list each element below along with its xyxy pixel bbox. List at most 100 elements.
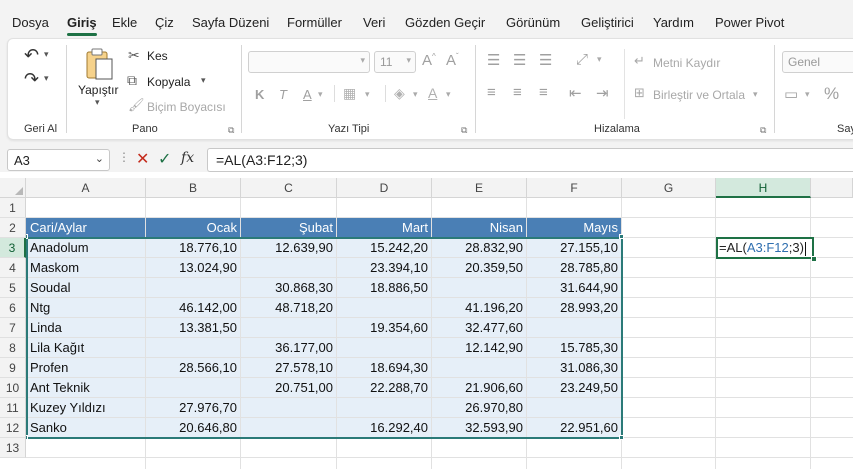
menu-tab[interactable]: Formüller — [287, 15, 342, 30]
align-top-icon[interactable]: ☰ — [487, 51, 500, 69]
cell-editor[interactable]: =AL(A3:F12;3) — [719, 238, 806, 258]
menu-tab[interactable]: Sayfa Düzeni — [192, 15, 269, 30]
copy-label[interactable]: Kopyala — [147, 75, 190, 89]
increase-font-icon[interactable]: A^ — [422, 52, 436, 69]
pano-launcher-icon[interactable]: ⧉ — [228, 125, 234, 136]
column-header[interactable]: G — [622, 178, 716, 198]
align-left-icon[interactable]: ≡ — [487, 84, 496, 101]
borders-dropdown-icon[interactable]: ▾ — [365, 89, 370, 100]
number-format-combo[interactable]: Genel — [782, 51, 853, 73]
menu-tab[interactable]: Ekle — [112, 15, 137, 30]
fill-handle[interactable] — [811, 256, 817, 262]
range-handle[interactable] — [619, 435, 624, 440]
table-header-cell[interactable]: Mayıs — [527, 218, 622, 238]
merge-dropdown-icon[interactable]: ▾ — [753, 89, 758, 100]
borders-icon[interactable]: ▦ — [334, 85, 356, 102]
align-bottom-icon[interactable]: ☰ — [539, 51, 552, 69]
row-header[interactable]: 1 — [0, 198, 26, 218]
undo-dropdown-icon[interactable]: ▾ — [44, 49, 49, 60]
row-header[interactable]: 8 — [0, 338, 26, 358]
row-header[interactable]: 9 — [0, 358, 26, 378]
column-header[interactable]: E — [432, 178, 527, 198]
menu-tab[interactable]: Görünüm — [506, 15, 560, 30]
redo-icon[interactable]: ↷ — [24, 69, 39, 90]
orientation-icon[interactable]: ⤢ — [576, 51, 588, 68]
font-size-combo[interactable]: 11 ▾ — [374, 51, 416, 73]
currency-icon[interactable]: ▭ — [784, 85, 798, 103]
italic-button[interactable]: T — [279, 87, 287, 102]
bold-button[interactable]: K — [255, 87, 264, 102]
table-header-cell[interactable]: Şubat — [241, 218, 337, 238]
range-handle[interactable] — [619, 234, 624, 239]
orientation-dropdown-icon[interactable]: ▾ — [597, 54, 602, 65]
formula-input[interactable]: =AL(A3:F12;3) — [207, 148, 853, 172]
menu-tab[interactable]: Çiz — [155, 15, 174, 30]
format-painter-label[interactable]: Biçim Boyacısı — [147, 100, 226, 114]
decrease-indent-icon[interactable]: ⇤ — [569, 84, 582, 102]
insert-function-icon[interactable]: fx — [181, 150, 194, 166]
font-color-dropdown-icon[interactable]: ▾ — [446, 89, 451, 100]
menu-tab[interactable]: Gözden Geçir — [405, 15, 485, 30]
undo-icon[interactable]: ↶ — [24, 45, 39, 66]
column-header[interactable]: B — [146, 178, 241, 198]
name-box[interactable]: A3 ⌄ — [7, 149, 110, 171]
increase-indent-icon[interactable]: ⇥ — [596, 84, 609, 102]
table-header-cell[interactable]: Cari/Aylar — [26, 218, 146, 238]
table-header-cell[interactable]: Mart — [337, 218, 432, 238]
font-name-combo[interactable]: ▾ — [248, 51, 370, 73]
row-header[interactable]: 7 — [0, 318, 26, 338]
row-header[interactable]: 10 — [0, 378, 26, 398]
menu-tab[interactable]: Power Pivot — [715, 15, 784, 30]
more-options-icon[interactable]: ⋮ — [118, 150, 130, 164]
align-right-icon[interactable]: ≡ — [539, 84, 548, 101]
align-center-icon[interactable]: ≡ — [513, 84, 522, 101]
table-header-cell[interactable]: Nisan — [432, 218, 527, 238]
column-header[interactable]: F — [527, 178, 622, 198]
format-painter-icon[interactable]: 🖌 — [128, 97, 145, 113]
decrease-font-icon[interactable]: Aˇ — [446, 52, 459, 69]
merge-label[interactable]: Birleştir ve Ortala — [653, 88, 745, 102]
underline-button[interactable]: A — [303, 87, 312, 102]
copy-dropdown-icon[interactable]: ▾ — [201, 75, 206, 86]
font-launcher-icon[interactable]: ⧉ — [461, 125, 467, 136]
column-header[interactable] — [811, 178, 853, 198]
align-middle-icon[interactable]: ☰ — [513, 51, 526, 69]
fill-dropdown-icon[interactable]: ▾ — [413, 89, 418, 100]
row-header[interactable]: 11 — [0, 398, 26, 418]
column-header[interactable]: D — [337, 178, 432, 198]
chevron-down-icon[interactable]: ⌄ — [95, 152, 104, 165]
column-header[interactable]: C — [241, 178, 337, 198]
alignment-launcher-icon[interactable]: ⧉ — [760, 125, 766, 136]
wrap-text-icon[interactable]: ↵ — [634, 53, 645, 69]
menu-tab[interactable]: Geliştirici — [581, 15, 634, 30]
currency-dropdown-icon[interactable]: ▾ — [805, 89, 810, 100]
column-header[interactable]: A — [26, 178, 146, 198]
underline-dropdown-icon[interactable]: ▾ — [318, 89, 323, 100]
menu-tab[interactable]: Dosya — [12, 15, 49, 30]
menu-tab[interactable]: Yardım — [653, 15, 694, 30]
row-header[interactable]: 6 — [0, 298, 26, 318]
column-header[interactable]: H — [716, 178, 811, 198]
select-all-corner[interactable] — [0, 178, 26, 198]
menu-tab[interactable]: Veri — [363, 15, 385, 30]
copy-icon[interactable]: ⧉ — [127, 72, 137, 89]
percent-button[interactable]: % — [824, 84, 839, 104]
cancel-icon[interactable]: ✕ — [136, 149, 149, 169]
paste-dropdown-icon[interactable]: ▾ — [95, 97, 100, 108]
row-header[interactable]: 13 — [0, 438, 26, 458]
table-header-cell[interactable]: Ocak — [146, 218, 241, 238]
row-header[interactable]: 5 — [0, 278, 26, 298]
row-header[interactable]: 4 — [0, 258, 26, 278]
font-color-icon[interactable]: A — [428, 85, 437, 101]
cut-label[interactable]: Kes — [147, 49, 168, 63]
menu-tab[interactable]: Giriş — [67, 15, 97, 30]
cut-icon[interactable]: ✂ — [128, 47, 140, 64]
redo-dropdown-icon[interactable]: ▾ — [44, 73, 49, 84]
paste-label[interactable]: Yapıştır — [78, 83, 118, 97]
wrap-text-label[interactable]: Metni Kaydır — [653, 56, 720, 70]
row-header[interactable]: 12 — [0, 418, 26, 438]
row-header[interactable]: 3 — [0, 238, 26, 258]
row-header[interactable]: 2 — [0, 218, 26, 238]
fill-color-icon[interactable]: ◈ — [385, 85, 405, 102]
enter-icon[interactable]: ✓ — [158, 149, 171, 169]
